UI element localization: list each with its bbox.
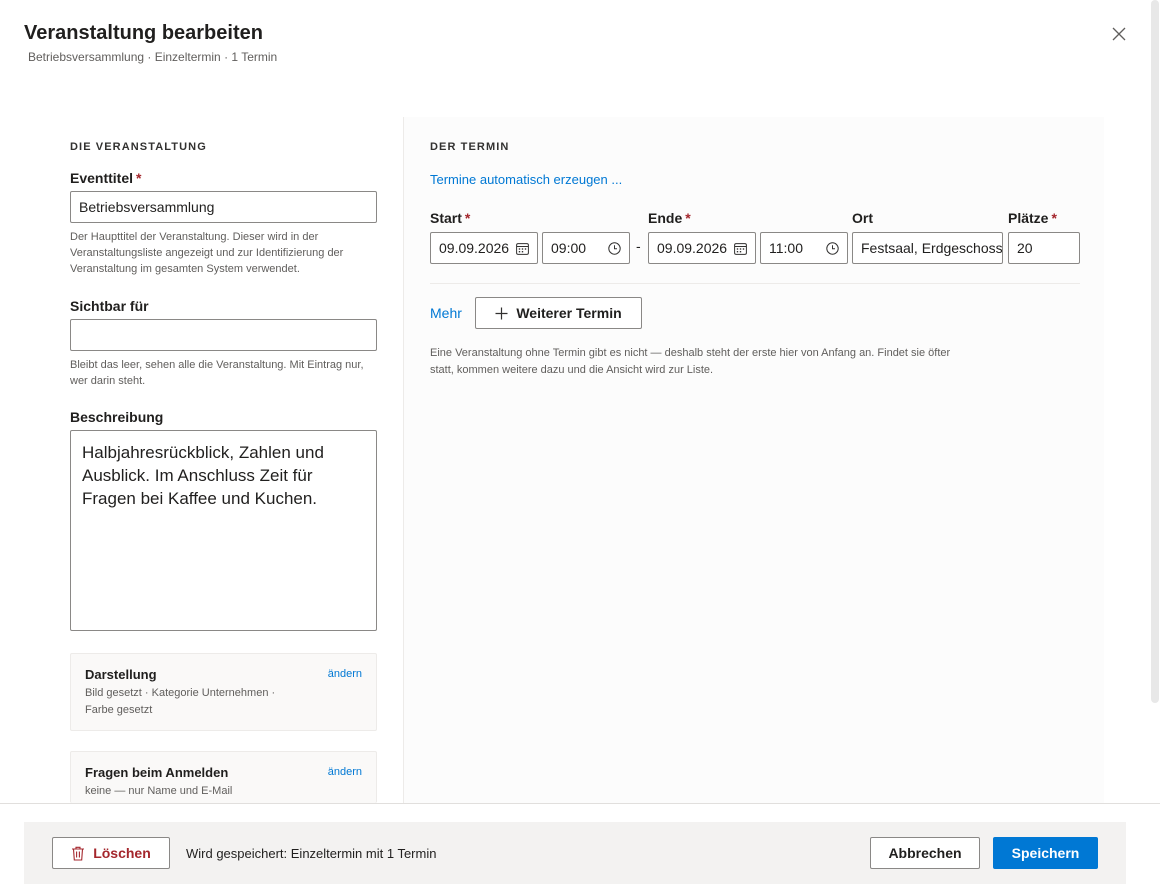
event-section-title: DIE VERANSTALTUNG [70, 141, 207, 153]
location-input[interactable]: Festsaal, Erdgeschoss [852, 232, 1003, 264]
plus-icon [495, 307, 508, 319]
cancel-button[interactable]: Abbrechen [870, 837, 980, 869]
presentation-card: Darstellung Bild gesetzt · Kategorie Unt… [70, 653, 377, 731]
registration-questions-title: Fragen beim Anmelden [85, 765, 229, 780]
presentation-card-text: Bild gesetzt · Kategorie Unternehmen · F… [85, 687, 276, 716]
termin-divider [430, 283, 1080, 284]
clock-icon [608, 241, 621, 255]
required-mark: * [1051, 210, 1057, 226]
clock-icon [826, 241, 839, 255]
seats-label: Plätze * [1008, 210, 1057, 226]
add-termin-button[interactable]: Weiterer Termin [475, 297, 642, 329]
save-button[interactable]: Speichern [993, 837, 1098, 869]
auto-generate-link[interactable]: Termine automatisch erzeugen ... [430, 172, 622, 187]
start-date-input[interactable]: 09.09.2026 [430, 232, 538, 264]
termin-panel-background [404, 117, 1104, 803]
trash-icon [72, 846, 85, 861]
visible-for-help: Bleibt das leer, sehen alle die Veransta… [70, 359, 364, 387]
visible-for-label: Sichtbar für [70, 298, 149, 314]
dialog-subtitle: Betriebsversammlung · Einzeltermin · 1 T… [28, 50, 278, 64]
termin-section-title: DER TERMIN [430, 141, 510, 153]
calendar-icon [734, 242, 747, 255]
end-time-input[interactable]: 11:00 [760, 232, 848, 264]
edit-event-dialog: Veranstaltung bearbeiten Betriebsversamm… [0, 0, 1160, 890]
visible-for-input[interactable] [70, 319, 377, 351]
required-mark: * [685, 210, 691, 226]
start-label: Start * [430, 210, 471, 226]
more-link[interactable]: Mehr [430, 305, 462, 321]
registration-questions-text: keine — nur Name und E-Mail [85, 785, 233, 797]
dialog-title: Veranstaltung bearbeiten [24, 22, 263, 44]
event-title-input[interactable] [70, 191, 377, 223]
dialog-scrollbar[interactable] [1151, 0, 1159, 703]
start-time-input[interactable]: 09:00 [542, 232, 630, 264]
calendar-icon [516, 242, 529, 255]
description-label: Beschreibung [70, 409, 164, 425]
delete-button[interactable]: Löschen [52, 837, 170, 869]
event-title-label: Eventtitel * [70, 170, 142, 186]
seats-input[interactable]: 20 [1008, 232, 1080, 264]
description-textarea[interactable]: Halbjahresrückblick, Zahlen und Ausblick… [70, 430, 377, 631]
presentation-change-link[interactable]: ändern [328, 668, 362, 680]
footer-bar: Löschen Wird gespeichert: Einzeltermin m… [24, 822, 1126, 884]
registration-questions-card: Fragen beim Anmelden keine — nur Name un… [70, 751, 377, 803]
required-mark: * [136, 170, 142, 186]
end-label: Ende * [648, 210, 691, 226]
save-status: Wird gespeichert: Einzeltermin mit 1 Ter… [186, 846, 437, 861]
required-mark: * [464, 210, 471, 226]
registration-questions-change-link[interactable]: ändern [328, 766, 362, 778]
close-button[interactable] [1108, 23, 1130, 45]
end-date-input[interactable]: 09.09.2026 [648, 232, 756, 264]
termin-info-text: Eine Veranstaltung ohne Termin gibt es n… [430, 347, 951, 376]
event-title-help: Der Haupttitel der Veranstaltung. Dieser… [70, 231, 344, 275]
footer-divider [0, 803, 1160, 804]
presentation-card-title: Darstellung [85, 667, 157, 682]
date-range-separator: - [636, 238, 641, 254]
close-icon [1112, 27, 1126, 41]
location-label: Ort [852, 210, 873, 226]
